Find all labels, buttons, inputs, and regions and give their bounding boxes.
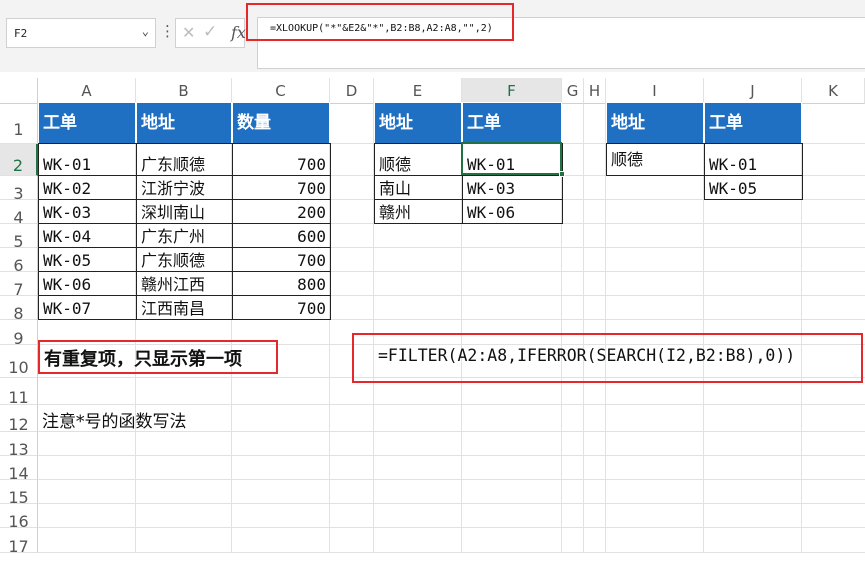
filter-formula-highlight-box xyxy=(352,333,863,383)
main-table-cell[interactable]: 深圳南山 xyxy=(136,199,233,224)
name-box-value: F2 xyxy=(14,27,28,40)
column-header-i[interactable]: I xyxy=(606,78,704,104)
lookup-table-cell[interactable]: 赣州 xyxy=(374,199,463,224)
row-header-17[interactable]: 17 xyxy=(0,528,38,556)
row-header-6[interactable]: 6 xyxy=(0,248,38,275)
main-table-cell[interactable]: WK-02 xyxy=(38,175,137,200)
main-table-cell[interactable]: 700 xyxy=(232,143,331,176)
row-gridline xyxy=(38,404,865,405)
chevron-down-icon[interactable]: ⌄ xyxy=(142,24,149,38)
main-table-cell[interactable]: 广东顺德 xyxy=(136,247,233,272)
main-table-cell[interactable]: 700 xyxy=(232,247,331,272)
main-table-cell[interactable]: 江浙宁波 xyxy=(136,175,233,200)
column-header-a[interactable]: A xyxy=(38,78,136,104)
filter-address-cell[interactable]: 顺德 xyxy=(606,143,705,176)
filter-result-cell[interactable]: WK-01 xyxy=(704,143,803,176)
row-header-15[interactable]: 15 xyxy=(0,480,38,507)
column-gridline xyxy=(583,104,584,553)
row-header-14[interactable]: 14 xyxy=(0,456,38,483)
name-box[interactable]: F2 ⌄ xyxy=(6,18,156,48)
lookup-table-cell[interactable]: 南山 xyxy=(374,175,463,200)
row-header-8[interactable]: 8 xyxy=(0,296,38,323)
insert-function-icon[interactable]: fx xyxy=(231,23,246,42)
star-note: 注意*号的函数写法 xyxy=(42,412,187,432)
row-header-3[interactable]: 3 xyxy=(0,176,38,203)
enter-check-icon[interactable]: ✓ xyxy=(203,22,217,42)
row-header-7[interactable]: 7 xyxy=(0,272,38,299)
column-header-e[interactable]: E xyxy=(374,78,462,104)
row-header-4[interactable]: 4 xyxy=(0,200,38,227)
row-header-9[interactable]: 9 xyxy=(0,320,38,348)
main-header-shuliang[interactable]: 数量 xyxy=(232,102,330,144)
row-gridline xyxy=(38,455,865,456)
row-gridline xyxy=(38,503,865,504)
note-highlight-box xyxy=(38,340,278,374)
main-table-cell[interactable]: WK-01 xyxy=(38,143,137,176)
row-header-13[interactable]: 13 xyxy=(0,432,38,459)
main-table-cell[interactable]: 800 xyxy=(232,271,331,296)
main-table-cell[interactable]: 广东广州 xyxy=(136,223,233,248)
row-gridline xyxy=(38,527,865,528)
formula-highlight-box xyxy=(246,3,514,41)
row-header-16[interactable]: 16 xyxy=(0,504,38,531)
main-table-cell[interactable]: WK-04 xyxy=(38,223,137,248)
column-header-g[interactable]: G xyxy=(562,78,584,104)
row-header-2[interactable]: 2 xyxy=(0,144,38,176)
column-header-b[interactable]: B xyxy=(136,78,232,104)
main-table-cell[interactable]: WK-03 xyxy=(38,199,137,224)
main-header-gongdan[interactable]: 工单 xyxy=(38,102,136,144)
lookup-table-cell[interactable]: 顺德 xyxy=(374,143,463,176)
main-table-cell[interactable]: 赣州江西 xyxy=(136,271,233,296)
lookup-header-1[interactable]: 工单 xyxy=(462,102,562,144)
row-gridline xyxy=(38,479,865,480)
main-table-cell[interactable]: 江西南昌 xyxy=(136,295,233,320)
row-header-11[interactable]: 11 xyxy=(0,378,38,407)
cancel-icon[interactable]: ✕ xyxy=(182,23,195,42)
main-table-cell[interactable]: 200 xyxy=(232,199,331,224)
column-header-j[interactable]: J xyxy=(704,78,802,104)
row-header-1[interactable]: 1 xyxy=(0,104,38,144)
column-header-k[interactable]: K xyxy=(802,78,865,104)
main-table-cell[interactable]: 600 xyxy=(232,223,331,248)
lookup-table-cell[interactable]: WK-03 xyxy=(462,175,563,200)
main-table-cell[interactable]: WK-05 xyxy=(38,247,137,272)
main-table-cell[interactable]: 700 xyxy=(232,175,331,200)
main-table-cell[interactable]: WK-07 xyxy=(38,295,137,320)
main-table-cell[interactable]: WK-06 xyxy=(38,271,137,296)
more-options-icon[interactable]: ⋮ xyxy=(160,22,175,40)
formula-controls: ✕ ✓ fx xyxy=(175,18,246,48)
column-header-f[interactable]: F xyxy=(462,78,562,104)
main-table-cell[interactable]: 广东顺德 xyxy=(136,143,233,176)
filter-header-0[interactable]: 地址 xyxy=(606,102,704,144)
active-cell-border xyxy=(461,142,562,175)
row-header-12[interactable]: 12 xyxy=(0,405,38,434)
main-header-dizhi[interactable]: 地址 xyxy=(136,102,232,144)
row-header-10[interactable]: 10 xyxy=(0,345,38,378)
column-header-d[interactable]: D xyxy=(330,78,374,104)
filter-header-1[interactable]: 工单 xyxy=(704,102,802,144)
select-all-corner[interactable] xyxy=(0,78,38,104)
row-header-5[interactable]: 5 xyxy=(0,224,38,251)
lookup-table-cell[interactable]: WK-06 xyxy=(462,199,563,224)
lookup-header-0[interactable]: 地址 xyxy=(374,102,462,144)
main-table-cell[interactable]: 700 xyxy=(232,295,331,320)
column-header-h[interactable]: H xyxy=(584,78,606,104)
column-header-c[interactable]: C xyxy=(232,78,330,104)
fill-handle[interactable] xyxy=(559,171,565,177)
filter-result-cell[interactable]: WK-05 xyxy=(704,175,803,200)
